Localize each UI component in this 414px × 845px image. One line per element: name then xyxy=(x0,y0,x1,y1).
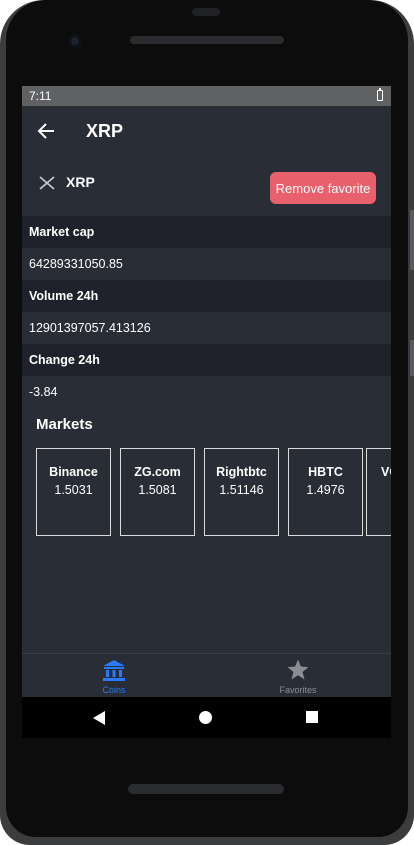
market-card[interactable]: Rightbtc 1.51146 xyxy=(204,448,279,536)
market-name: Rightbtc xyxy=(216,465,267,479)
app-bar: XRP xyxy=(22,106,391,158)
system-home-icon[interactable] xyxy=(199,711,212,724)
front-camera xyxy=(68,34,82,48)
phone-frame: 7:11 XRP XRP Remove favorite Market cap xyxy=(0,0,414,845)
change-24h-label: Change 24h xyxy=(22,344,391,376)
top-speaker xyxy=(130,36,284,44)
market-price: 1.51146 xyxy=(219,483,264,497)
markets-carousel[interactable]: Binance 1.5031 ZG.com 1.5081 Rightbtc 1.… xyxy=(36,448,391,538)
nav-item-coins[interactable]: Coins xyxy=(22,654,206,698)
status-time: 7:11 xyxy=(29,89,52,103)
nav-label: Coins xyxy=(102,685,126,695)
system-back-icon[interactable] xyxy=(92,711,106,725)
power-button xyxy=(410,340,414,376)
market-card[interactable]: VC xyxy=(366,448,391,536)
market-name: VC xyxy=(381,465,391,479)
market-name: HBTC xyxy=(308,465,343,479)
system-navigation-bar xyxy=(22,697,391,738)
market-name: ZG.com xyxy=(134,465,181,479)
market-card[interactable]: ZG.com 1.5081 xyxy=(120,448,195,536)
star-icon xyxy=(287,659,309,680)
back-arrow-icon[interactable] xyxy=(36,120,56,142)
volume-24h-value: 12901397057.413126 xyxy=(22,312,391,344)
coin-symbol: XRP xyxy=(66,174,95,190)
bottom-speaker xyxy=(128,784,284,794)
earpiece xyxy=(192,8,220,16)
screen: 7:11 XRP XRP Remove favorite Market cap xyxy=(22,86,391,738)
coin-detail-screen: XRP XRP Remove favorite Market cap 64289… xyxy=(22,106,391,653)
volume-24h-label: Volume 24h xyxy=(22,280,391,312)
market-card[interactable]: HBTC 1.4976 xyxy=(288,448,363,536)
remove-favorite-button[interactable]: Remove favorite xyxy=(270,172,376,204)
market-cap-value: 64289331050.85 xyxy=(22,248,391,280)
markets-heading: Markets xyxy=(36,416,93,433)
market-price: 1.5031 xyxy=(54,483,93,497)
page-title: XRP xyxy=(86,121,124,141)
market-cap-label: Market cap xyxy=(22,216,391,248)
nav-label: Favorites xyxy=(279,685,317,695)
system-recents-icon[interactable] xyxy=(306,711,318,723)
battery-icon xyxy=(377,88,383,101)
bottom-navigation: Coins Favorites xyxy=(22,653,391,697)
market-price: 1.4976 xyxy=(306,483,345,497)
market-name: Binance xyxy=(49,465,98,479)
status-bar: 7:11 xyxy=(22,86,391,106)
change-24h-value: -3.84 xyxy=(22,376,391,408)
coin-header: XRP Remove favorite xyxy=(22,158,391,216)
volume-button xyxy=(410,210,414,270)
xrp-logo-icon xyxy=(39,176,55,190)
bank-icon xyxy=(103,660,125,681)
nav-item-favorites[interactable]: Favorites xyxy=(206,654,390,698)
market-card[interactable]: Binance 1.5031 xyxy=(36,448,111,536)
market-price: 1.5081 xyxy=(138,483,177,497)
